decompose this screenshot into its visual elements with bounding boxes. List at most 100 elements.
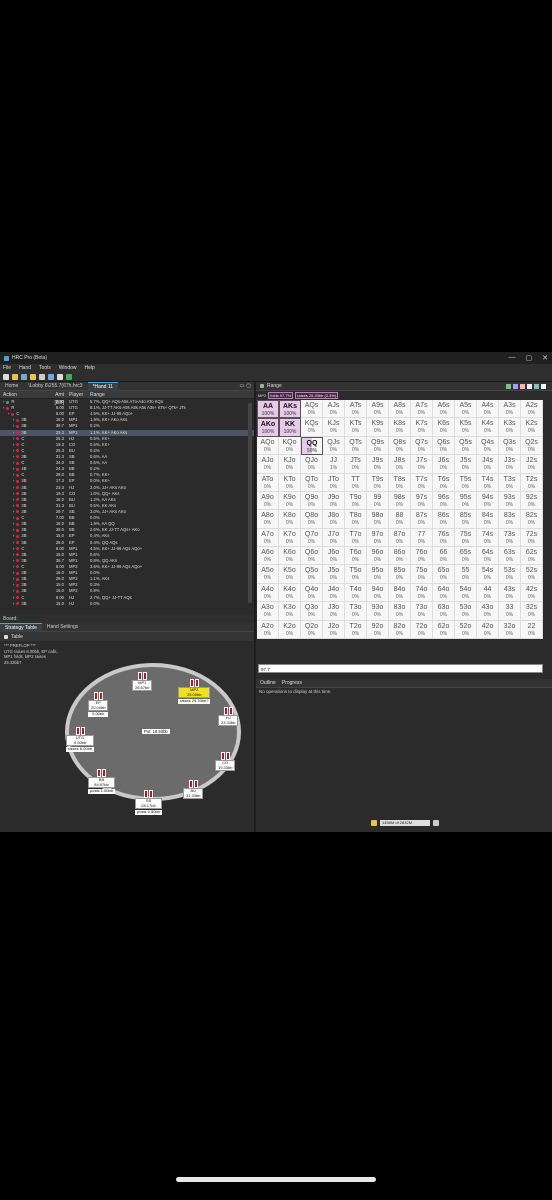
tree-row[interactable]: › 3B 15.0 HJ 0.0% [0, 601, 254, 607]
range-cell[interactable]: J3o 0% [323, 602, 345, 621]
home-indicator[interactable] [176, 1177, 376, 1182]
range-cell[interactable]: 65s 0% [455, 547, 477, 566]
range-cell[interactable]: 85s 0% [455, 510, 477, 529]
fold-frequency[interactable]: folds 97.7% [268, 392, 294, 399]
range-cell[interactable]: 84s 0% [477, 510, 499, 529]
range-cell[interactable]: ATo 0% [257, 473, 279, 492]
seat-bb[interactable]: BB 84.67bb posts 1.00bb [88, 769, 115, 794]
range-cell[interactable]: 42s 0% [521, 583, 543, 603]
range-cell[interactable]: A3o 0% [257, 602, 279, 621]
menu-hand[interactable]: Hand [19, 365, 31, 371]
range-cell[interactable]: T2o 0% [345, 620, 367, 639]
range-cell[interactable]: 64o 0% [433, 583, 455, 603]
range-cell[interactable]: QJo 0% [301, 455, 323, 474]
range-cell[interactable]: K5o 0% [279, 565, 301, 584]
run-icon[interactable] [66, 373, 72, 380]
range-cell[interactable]: T9s 0% [367, 473, 389, 492]
range-cell[interactable]: TT 0% [345, 473, 367, 492]
maximize-icon[interactable]: ▢ [526, 354, 533, 362]
range-cell[interactable]: J4o 0% [323, 583, 345, 603]
range-cell[interactable]: J9o 0% [323, 491, 345, 511]
tab-lobby-file[interactable]: \Lobby 6\255.7(67h.hrc3 [23, 382, 87, 391]
range-cell[interactable]: Q7s 0% [411, 436, 433, 456]
range-cell[interactable]: J9s 0% [367, 455, 389, 474]
tab-strategy-table[interactable]: Strategy Table [0, 623, 42, 632]
range-cell[interactable]: A8o 0% [257, 510, 279, 529]
ev-mode-icon[interactable] [520, 384, 525, 389]
range-cell[interactable]: AA 100% [257, 400, 279, 419]
open-folder-icon[interactable] [12, 373, 18, 380]
menu-help[interactable]: Help [85, 365, 95, 371]
range-cell[interactable]: 92o 0% [367, 620, 389, 639]
export-icon[interactable] [48, 373, 54, 380]
range-cell[interactable]: AQs 0% [301, 400, 323, 419]
range-cell[interactable]: K8s 0% [389, 418, 411, 437]
range-cell[interactable]: 95s 0% [455, 491, 477, 511]
tab-home[interactable]: Home [0, 382, 23, 391]
range-cell[interactable]: 96o 0% [367, 547, 389, 566]
range-cell[interactable]: T5o 0% [345, 565, 367, 584]
range-cell[interactable]: 22 0% [521, 620, 543, 639]
range-cell[interactable]: 72o 0% [411, 620, 433, 639]
range-cell[interactable]: T7o 0% [345, 528, 367, 548]
range-cell[interactable]: K2o 0% [279, 620, 301, 639]
range-cell[interactable]: T4o 0% [345, 583, 367, 603]
color-mode-icon[interactable] [506, 384, 511, 389]
range-cell[interactable]: 98o 0% [367, 510, 389, 529]
range-cell[interactable]: 85o 0% [389, 565, 411, 584]
range-cell[interactable]: T3s 0% [499, 473, 521, 492]
range-cell[interactable]: T4s 0% [477, 473, 499, 492]
range-cell[interactable]: AKs 100% [279, 400, 301, 419]
range-cell[interactable]: Q6s 0% [433, 436, 455, 456]
maximize-pane-icon[interactable]: ▢ [246, 382, 251, 391]
range-cell[interactable]: Q4s 0% [477, 436, 499, 456]
range-cell[interactable]: 43o 0% [477, 602, 499, 621]
col-range[interactable]: Range [88, 391, 254, 398]
range-cell[interactable]: 42o 0% [477, 620, 499, 639]
range-cell[interactable]: A6s 0% [433, 400, 455, 419]
weight-mode-icon[interactable] [513, 384, 518, 389]
range-cell[interactable]: 83s 0% [499, 510, 521, 529]
seat-ep[interactable]: EP 20.00bb 0.00bb [88, 692, 109, 717]
menu-window[interactable]: Window [59, 365, 77, 371]
range-cell[interactable]: J5s 0% [455, 455, 477, 474]
range-cell[interactable]: 63s 0% [499, 547, 521, 566]
menu-file[interactable]: File [3, 365, 11, 371]
new-file-icon[interactable] [3, 373, 9, 380]
range-cell[interactable]: 96s 0% [433, 491, 455, 511]
range-cell[interactable]: Q3o 0% [301, 602, 323, 621]
range-cell[interactable]: J8s 0% [389, 455, 411, 474]
tab-progress[interactable]: Progress [282, 680, 302, 686]
range-cell[interactable]: Q7o 0% [301, 528, 323, 548]
col-amount[interactable]: Amt [BB] [48, 391, 66, 406]
range-cell[interactable]: AJo 0% [257, 455, 279, 474]
range-cell[interactable]: 32s 0% [521, 602, 543, 621]
range-cell[interactable]: Q2o 0% [301, 620, 323, 639]
range-cell[interactable]: K6s 0% [433, 418, 455, 437]
range-cell[interactable]: J5o 0% [323, 565, 345, 584]
range-cell[interactable]: K7s 0% [411, 418, 433, 437]
range-cell[interactable]: A9s 0% [367, 400, 389, 419]
grid-mode-icon[interactable] [527, 384, 532, 389]
range-cell[interactable]: Q2s 0% [521, 436, 543, 456]
range-cell[interactable]: 82o 0% [389, 620, 411, 639]
filter-icon[interactable] [541, 384, 546, 389]
range-cell[interactable]: A7s 0% [411, 400, 433, 419]
range-cell[interactable]: QJs 0% [323, 436, 345, 456]
range-cell[interactable]: ATs 0% [345, 400, 367, 419]
range-cell[interactable]: 73s 0% [499, 528, 521, 548]
tab-hand-settings[interactable]: Hand Settings [42, 623, 83, 632]
range-cell[interactable]: QTs 0% [345, 436, 367, 456]
heap-status[interactable]: 1456M of 2832M [380, 820, 430, 826]
range-cell[interactable]: 98s 0% [389, 491, 411, 511]
range-cell[interactable]: AKo 100% [257, 418, 279, 437]
range-cell[interactable]: 93o 0% [367, 602, 389, 621]
range-cell[interactable]: 97o 0% [367, 528, 389, 548]
range-cell[interactable]: KTo 0% [279, 473, 301, 492]
range-cell[interactable]: T8o 0% [345, 510, 367, 529]
range-cell[interactable]: A4o 0% [257, 583, 279, 603]
seat-mp2[interactable]: MP2 25.00bb raises 25.33bb? [178, 679, 211, 704]
table-tab-label[interactable]: Table [11, 634, 23, 640]
range-input[interactable]: 97.7 [258, 664, 543, 673]
range-cell[interactable]: KTs 0% [345, 418, 367, 437]
